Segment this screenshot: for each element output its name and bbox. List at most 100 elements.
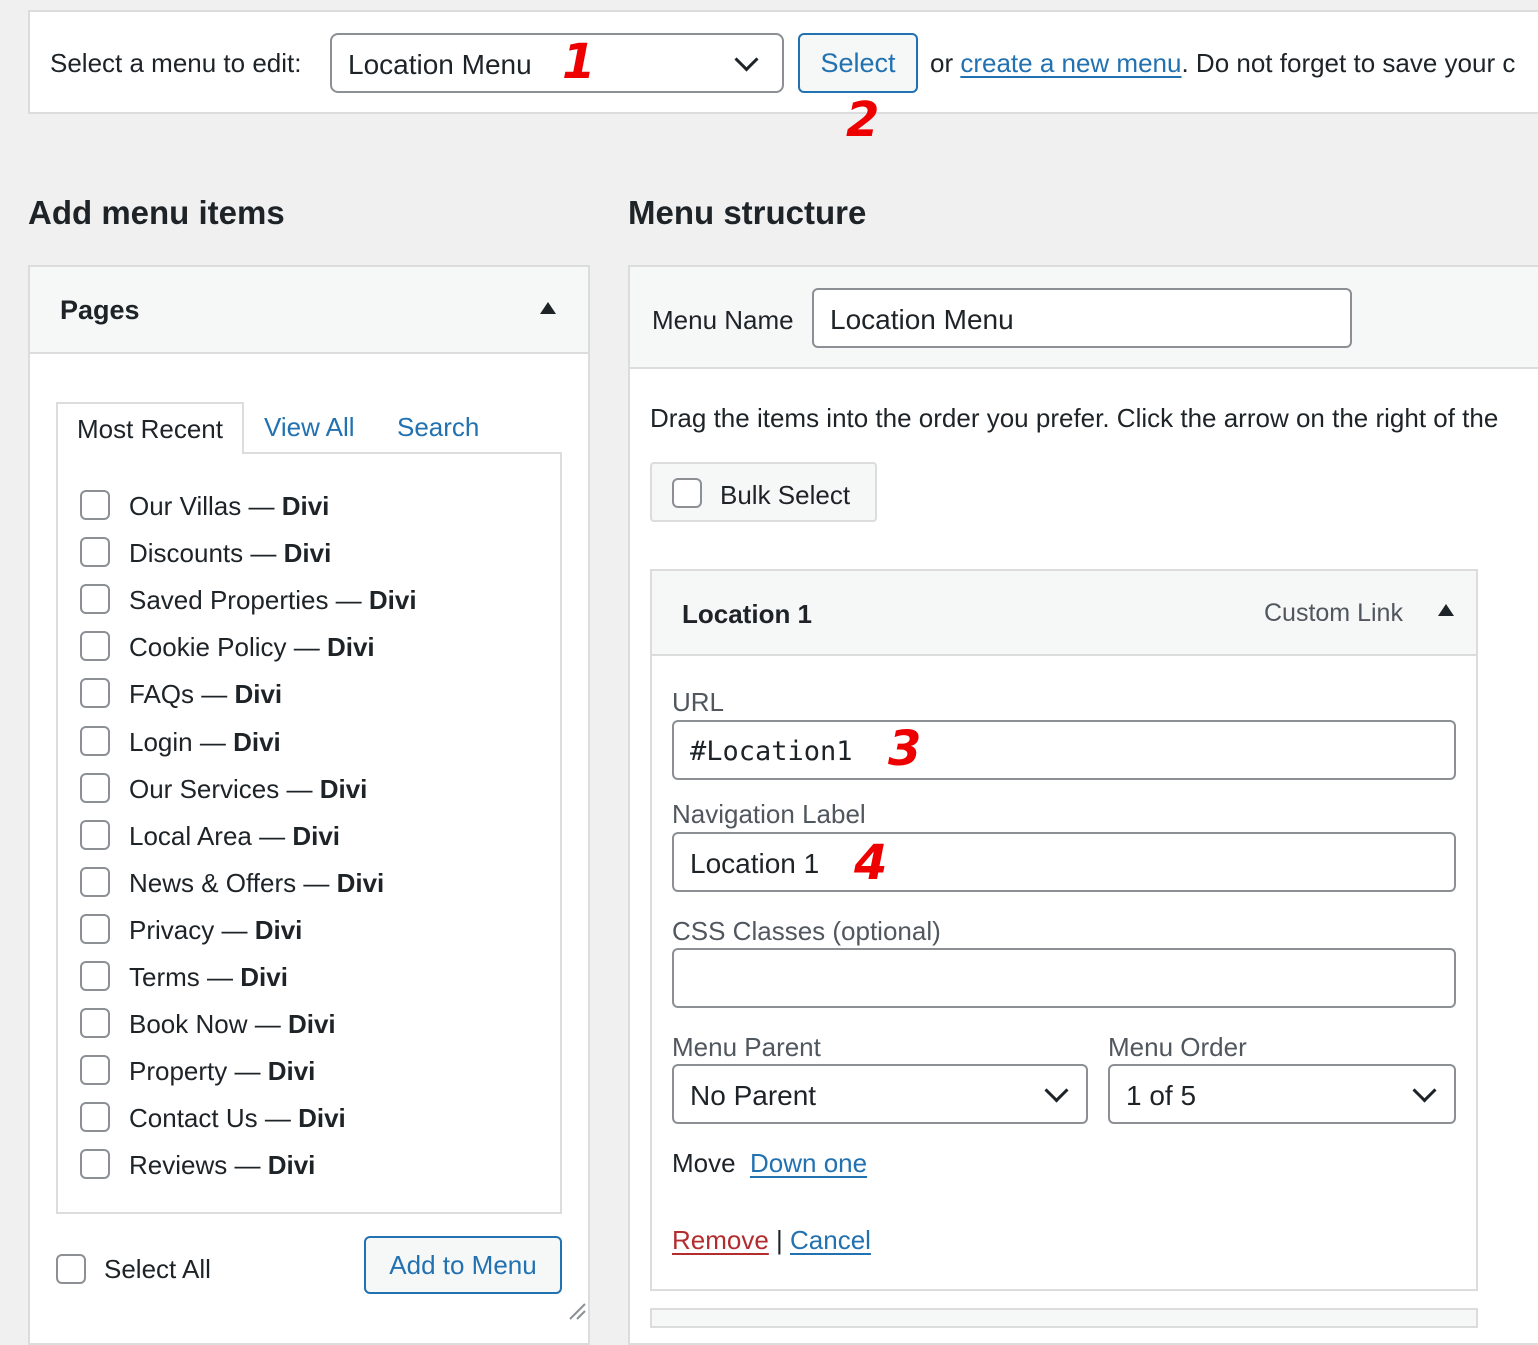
page-item-label: Local Area — Divi	[129, 821, 340, 852]
collapse-arrow-icon[interactable]	[540, 302, 556, 314]
page-item-name: Contact Us	[129, 1103, 258, 1133]
page-item-checkbox[interactable]	[80, 1055, 110, 1085]
create-new-menu-link[interactable]: create a new menu	[960, 48, 1181, 78]
page-item-name: Login	[129, 727, 193, 757]
page-item-separator: —	[328, 585, 369, 615]
page-item-separator: —	[227, 1056, 268, 1086]
menu-structure-heading: Menu structure	[628, 194, 867, 231]
select-button[interactable]: Select	[798, 33, 918, 93]
page-item-separator: —	[199, 962, 241, 992]
next-menu-item[interactable]	[650, 1308, 1478, 1328]
page-item-checkbox[interactable]	[80, 726, 110, 756]
page-item-template: Divi	[292, 821, 341, 851]
pages-panel-header[interactable]: Pages	[30, 267, 588, 354]
menu-select-label: Select a menu to edit:	[50, 48, 302, 78]
page-item-label: Contact Us — Divi	[129, 1103, 346, 1134]
page-item-template: Divi	[240, 962, 288, 992]
move-label: Move	[672, 1148, 736, 1178]
page-item-checkbox[interactable]	[80, 1149, 110, 1179]
page-item-checkbox[interactable]	[80, 1102, 110, 1132]
chevron-down-icon	[1412, 1078, 1437, 1103]
remove-link[interactable]: Remove	[672, 1225, 769, 1256]
annotation-marker-4: 4	[854, 835, 888, 891]
page-item-name: Discounts	[129, 538, 244, 568]
menu-order-select[interactable]: 1 of 5	[1108, 1064, 1456, 1124]
page-item-label: Cookie Policy — Divi	[129, 632, 375, 663]
page-item-checkbox[interactable]	[80, 584, 110, 614]
page-item-label: Login — Divi	[129, 727, 281, 758]
page-item-name: Book Now	[129, 1009, 248, 1039]
page-item-template: Divi	[319, 774, 368, 804]
resize-handle-icon[interactable]	[566, 1300, 586, 1320]
page-item-template: Divi	[283, 538, 332, 568]
collapse-arrow-icon[interactable]	[1438, 604, 1454, 616]
select-all-label: Select All	[104, 1254, 211, 1284]
menu-select-dropdown[interactable]: Location Menu	[330, 33, 784, 93]
bulk-select-toggle[interactable]: Bulk Select	[650, 462, 877, 522]
annotation-marker-2: 2	[846, 92, 880, 148]
page-item-template: Divi	[326, 632, 375, 662]
page-item-name: Privacy	[129, 915, 215, 945]
css-classes-label: CSS Classes (optional)	[672, 916, 941, 946]
page-item-template: Divi	[287, 1009, 336, 1039]
drag-instructions: Drag the items into the order you prefer…	[650, 403, 1499, 433]
page-item-label: Saved Properties — Divi	[129, 585, 417, 616]
page-item-name: Saved Properties	[129, 585, 329, 615]
page-item-separator: —	[251, 821, 293, 851]
page-item-name: Our Villas	[129, 491, 242, 521]
navigation-label-value: Location 1	[690, 848, 820, 879]
menu-order-label: Menu Order	[1108, 1032, 1247, 1062]
page-item-label: Terms — Divi	[129, 962, 288, 993]
navigation-label-input[interactable]: Location 1	[672, 832, 1456, 892]
menu-item-title: Location 1	[682, 599, 813, 629]
annotation-marker-1: 1	[562, 34, 596, 90]
page-item-checkbox[interactable]	[80, 773, 110, 803]
or-text: or	[930, 48, 961, 78]
pages-panel-title: Pages	[60, 295, 140, 325]
page-item-separator: —	[257, 1103, 299, 1133]
page-item-checkbox[interactable]	[80, 820, 110, 850]
page-item-template: Divi	[336, 868, 385, 898]
menu-order-value: 1 of 5	[1126, 1080, 1197, 1111]
page-item-template: Divi	[254, 915, 303, 945]
page-item-separator: —	[243, 538, 284, 568]
bulk-select-checkbox[interactable]	[672, 478, 702, 508]
page-item-separator: —	[247, 1009, 288, 1039]
cancel-link[interactable]: Cancel	[790, 1225, 871, 1256]
page-item-checkbox[interactable]	[80, 1008, 110, 1038]
move-down-one-link[interactable]: Down one	[750, 1148, 867, 1179]
page-item-name: Cookie Policy	[129, 632, 287, 662]
tab-search[interactable]: Search	[397, 412, 479, 443]
page-item-checkbox[interactable]	[80, 678, 110, 708]
menu-name-input[interactable]: Location Menu	[812, 288, 1352, 348]
bulk-select-label: Bulk Select	[720, 480, 851, 510]
menu-name-bar: Menu Name Location Menu	[630, 267, 1538, 369]
url-input[interactable]: #Location1	[672, 720, 1456, 780]
page-item-template: Divi	[281, 491, 330, 521]
page-item-checkbox[interactable]	[80, 914, 110, 944]
page-item-template: Divi	[267, 1150, 316, 1180]
tab-most-recent[interactable]: Most Recent	[56, 402, 244, 454]
page-item-checkbox[interactable]	[80, 867, 110, 897]
menu-item-header[interactable]: Location 1 Custom Link	[652, 571, 1476, 656]
tab-view-all[interactable]: View All	[264, 412, 355, 443]
action-separator: |	[776, 1225, 783, 1255]
page-item-checkbox[interactable]	[80, 490, 110, 520]
annotation-marker-3: 3	[888, 721, 922, 777]
page-item-label: Book Now — Divi	[129, 1009, 336, 1040]
save-reminder-text: . Do not forget to save your c	[1181, 48, 1516, 78]
add-to-menu-button[interactable]: Add to Menu	[364, 1236, 562, 1294]
menu-parent-select[interactable]: No Parent	[672, 1064, 1088, 1124]
select-all-checkbox[interactable]	[56, 1254, 86, 1284]
menu-item-location-1: Location 1 Custom Link URL #Location1 3 …	[650, 569, 1478, 1291]
page-item-separator: —	[214, 915, 255, 945]
menu-name-label: Menu Name	[652, 305, 794, 335]
page-item-separator: —	[194, 679, 235, 709]
chevron-down-icon	[734, 47, 759, 72]
page-item-name: Terms	[129, 962, 200, 992]
css-classes-input[interactable]	[672, 948, 1456, 1008]
page-item-checkbox[interactable]	[80, 537, 110, 567]
page-item-checkbox[interactable]	[80, 631, 110, 661]
page-item-checkbox[interactable]	[80, 961, 110, 991]
page-item-label: FAQs — Divi	[129, 679, 282, 710]
